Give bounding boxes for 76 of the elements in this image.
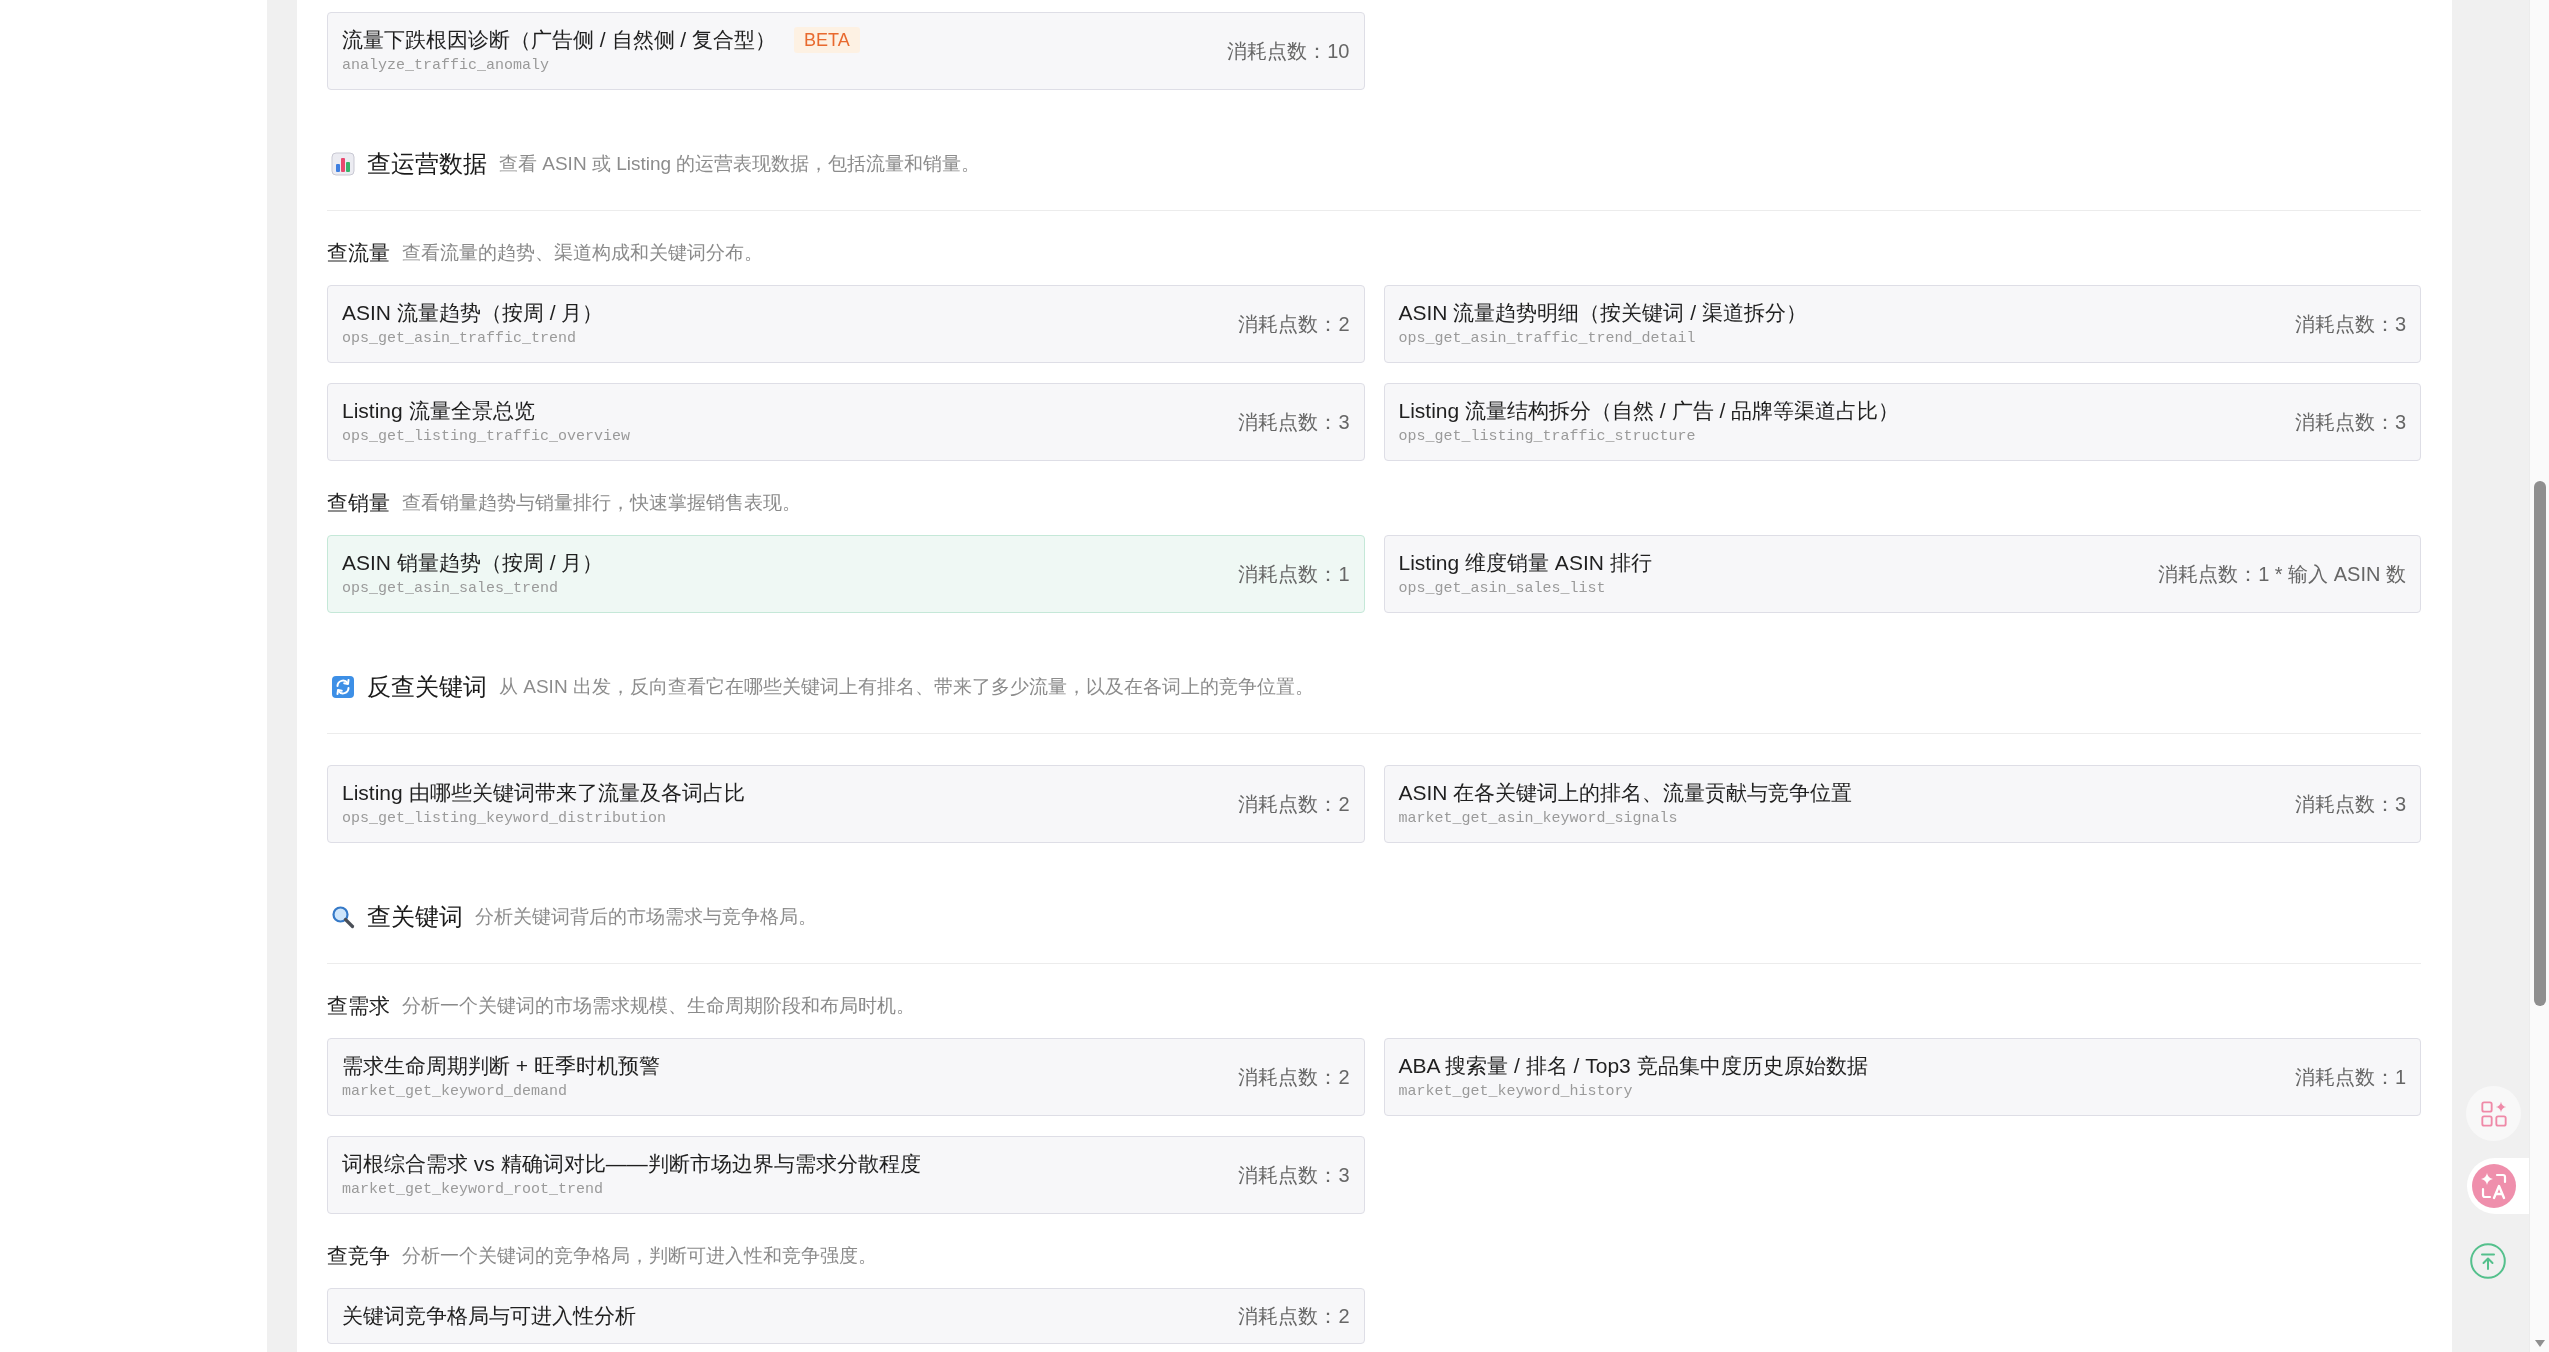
- points-cost: 消耗点数：1: [1238, 562, 1350, 587]
- tool-title: Listing 流量全景总览: [342, 398, 535, 424]
- tool-card[interactable]: 流量下跌根因诊断（广告侧 / 自然侧 / 复合型） BETA analyze_traffic_anomaly 消耗点数：10: [327, 12, 1365, 90]
- tool-code: market_get_keyword_history: [1398, 1082, 1634, 1102]
- translate-icon: [2472, 1164, 2516, 1208]
- tool-title: 需求生命周期判断 + 旺季时机预警: [342, 1053, 660, 1079]
- back-to-top-icon: [2470, 1243, 2506, 1279]
- points-cost: 消耗点数：3: [2294, 410, 2406, 435]
- tool-title: ABA 搜索量 / 排名 / Top3 竞品集中度历史原始数据: [1398, 1053, 1868, 1079]
- back-to-top-button[interactable]: [2470, 1243, 2506, 1279]
- tool-title: Listing 维度销量 ASIN 排行: [1398, 550, 1652, 576]
- section-title: 查运营数据: [367, 149, 487, 179]
- tool-code: ops_get_listing_traffic_overview: [342, 427, 631, 447]
- tool-title: Listing 由哪些关键词带来了流量及各词占比: [342, 780, 745, 806]
- tool-title: 词根综合需求 vs 精确词对比——判断市场边界与需求分散程度: [342, 1151, 921, 1177]
- apps-sparkle-icon: [2479, 1099, 2508, 1128]
- group-label: 查竞争: [327, 1243, 390, 1270]
- tool-card[interactable]: 需求生命周期判断 + 旺季时机预警 market_get_keyword_demand 消耗点数：2: [327, 1038, 1365, 1116]
- points-cost: 消耗点数：2: [1238, 792, 1350, 817]
- tool-card[interactable]: ABA 搜索量 / 排名 / Top3 竞品集中度历史原始数据 market_get_keyword_history 消耗点数：1: [1383, 1038, 2421, 1116]
- section-description: 查看 ASIN 或 Listing 的运营表现数据，包括流量和销量。: [499, 151, 981, 176]
- tool-title: Listing 流量结构拆分（自然 / 广告 / 品牌等渠道占比）: [1398, 398, 1900, 424]
- tool-code: market_get_asin_keyword_signals: [1398, 809, 1679, 829]
- points-cost: 消耗点数：3: [2294, 312, 2406, 337]
- points-cost: 消耗点数：3: [1238, 410, 1350, 435]
- points-cost: 消耗点数：3: [2294, 792, 2406, 817]
- search-icon: [331, 905, 355, 929]
- points-cost: 消耗点数：2: [1238, 312, 1350, 337]
- tool-card[interactable]: Listing 维度销量 ASIN 排行 ops_get_asin_sales_list 消耗点数：1 * 输入 ASIN 数: [1383, 535, 2421, 613]
- tool-card[interactable]: ASIN 流量趋势明细（按关键词 / 渠道拆分） ops_get_asin_traffic_trend_detail 消耗点数：3: [1383, 285, 2421, 363]
- tool-title: 流量下跌根因诊断（广告侧 / 自然侧 / 复合型）: [342, 27, 776, 53]
- section-title: 反查关键词: [367, 672, 487, 702]
- scroll-down-icon[interactable]: [2535, 1340, 2545, 1347]
- group-description: 分析一个关键词的市场需求规模、生命周期阶段和布局时机。: [402, 993, 915, 1018]
- tool-code: ops_get_listing_keyword_distribution: [342, 809, 668, 829]
- tool-card[interactable]: 词根综合需求 vs 精确词对比——判断市场边界与需求分散程度 market_get_keyword_root_trend 消耗点数：3: [327, 1136, 1365, 1214]
- tool-title: ASIN 在各关键词上的排名、流量贡献与竞争位置: [1398, 780, 1853, 806]
- tool-code: ops_get_asin_sales_list: [1398, 579, 1607, 599]
- section-title: 查关键词: [367, 902, 463, 932]
- tool-card[interactable]: Listing 流量全景总览 ops_get_listing_traffic_overview 消耗点数：3: [327, 383, 1365, 461]
- tool-title: 关键词竞争格局与可进入性分析: [342, 1303, 636, 1329]
- points-cost: 消耗点数：3: [1238, 1163, 1350, 1188]
- points-cost: 消耗点数：1 * 输入 ASIN 数: [2158, 562, 2406, 587]
- tool-code: market_get_keyword_demand: [342, 1082, 569, 1102]
- tool-card[interactable]: ASIN 流量趋势（按周 / 月） ops_get_asin_traffic_trend 消耗点数：2: [327, 285, 1365, 363]
- group-label: 查销量: [327, 490, 390, 517]
- tool-card[interactable]: Listing 由哪些关键词带来了流量及各词占比 ops_get_listing_keyword_distribution 消耗点数：2: [327, 765, 1365, 843]
- translate-button[interactable]: [2467, 1158, 2529, 1214]
- tool-code: ops_get_asin_sales_trend: [342, 579, 560, 599]
- tool-code: ops_get_asin_traffic_trend: [342, 329, 578, 349]
- tool-title: ASIN 销量趋势（按周 / 月）: [342, 550, 604, 576]
- group-description: 分析一个关键词的竞争格局，判断可进入性和竞争强度。: [402, 1243, 877, 1268]
- tool-code: analyze_traffic_anomaly: [342, 56, 551, 76]
- tool-card[interactable]: ASIN 在各关键词上的排名、流量贡献与竞争位置 market_get_asin_keyword_signals 消耗点数：3: [1383, 765, 2421, 843]
- section-description: 分析关键词背后的市场需求与竞争格局。: [475, 904, 817, 929]
- bar-chart-icon: [331, 152, 355, 176]
- group-description: 查看销量趋势与销量排行，快速掌握销售表现。: [402, 490, 801, 515]
- tool-card[interactable]: ASIN 销量趋势（按周 / 月） ops_get_asin_sales_trend 消耗点数：1: [327, 535, 1365, 613]
- group-label: 查需求: [327, 993, 390, 1020]
- scrollbar-thumb[interactable]: [2534, 481, 2546, 1006]
- tool-title: ASIN 流量趋势明细（按关键词 / 渠道拆分）: [1398, 300, 1807, 326]
- group-description: 查看流量的趋势、渠道构成和关键词分布。: [402, 240, 763, 265]
- cycle-arrows-icon: [331, 675, 355, 699]
- beta-badge: BETA: [794, 27, 860, 53]
- group-label: 查流量: [327, 240, 390, 267]
- points-cost: 消耗点数：2: [1238, 1065, 1350, 1090]
- tool-code: ops_get_asin_traffic_trend_detail: [1398, 329, 1697, 349]
- points-cost: 消耗点数：1: [2294, 1065, 2406, 1090]
- tool-card[interactable]: 关键词竞争格局与可进入性分析 消耗点数：2: [327, 1288, 1365, 1344]
- tool-code: ops_get_listing_traffic_structure: [1398, 427, 1697, 447]
- points-cost: 消耗点数：10: [1227, 39, 1350, 64]
- points-cost: 消耗点数：2: [1238, 1304, 1350, 1329]
- section-description: 从 ASIN 出发，反向查看它在哪些关键词上有排名、带来了多少流量，以及在各词上的竞争位置。: [499, 674, 1314, 699]
- tool-title: ASIN 流量趋势（按周 / 月）: [342, 300, 604, 326]
- tool-code: market_get_keyword_root_trend: [342, 1180, 605, 1200]
- tool-card[interactable]: Listing 流量结构拆分（自然 / 广告 / 品牌等渠道占比） ops_get_listing_traffic_structure 消耗点数：3: [1383, 383, 2421, 461]
